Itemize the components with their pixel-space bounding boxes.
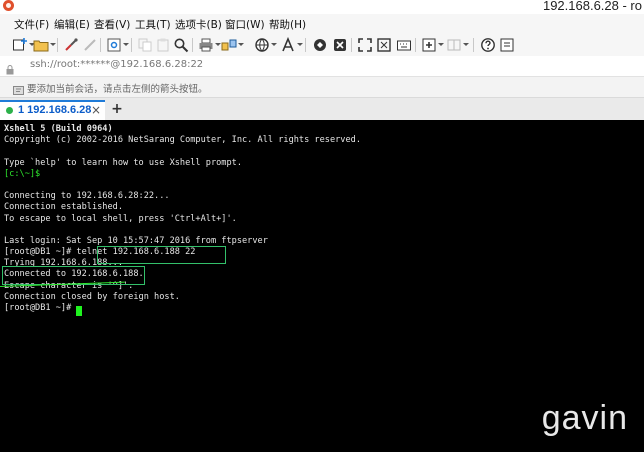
lock-screen-icon[interactable] <box>376 37 392 53</box>
terminal-line: Xshell 5 (Build 0964) <box>4 124 113 134</box>
terminal-line: Connection closed by foreign host. <box>4 291 180 302</box>
reconnect-icon[interactable] <box>63 37 79 53</box>
session-hint-bar: 要添加当前会话，请点击左侧的箭头按钮。 <box>0 77 644 98</box>
terminal-cursor <box>76 306 82 316</box>
terminal-line: Connecting to 192.168.6.28:22... <box>4 191 170 202</box>
hint-text: 要添加当前会话，请点击左侧的箭头按钮。 <box>27 84 208 95</box>
menu-window[interactable]: 窗口(W) <box>225 17 265 32</box>
tab-session[interactable]: 1 192.168.6.28 × <box>0 100 105 120</box>
local-prompt: [c:\~]$ <box>4 168 41 179</box>
address-bar: ssh://root:******@192.168.6.28:22 <box>0 56 644 77</box>
tab-label: 1 192.168.6.28 <box>18 104 92 116</box>
tab-close-button[interactable]: × <box>91 103 101 117</box>
fullscreen-icon[interactable] <box>357 37 373 53</box>
find-icon[interactable] <box>173 37 189 53</box>
help-icon[interactable] <box>480 37 496 53</box>
window-title: 192.168.6.28 - ro <box>542 0 642 13</box>
menu-tabs[interactable]: 选项卡(B) <box>175 17 222 32</box>
bookmark-icon[interactable] <box>13 81 24 95</box>
shell-prompt: [root@DB1 ~]# <box>4 303 77 313</box>
terminal-pane[interactable]: Xshell 5 (Build 0964) Copyright (c) 2002… <box>0 120 644 452</box>
watermark-text: gavin <box>541 399 628 437</box>
new-session-icon[interactable] <box>12 37 28 53</box>
menu-help[interactable]: 帮助(H) <box>269 17 306 32</box>
print-icon[interactable] <box>198 37 214 53</box>
menu-edit[interactable]: 编辑(E) <box>54 17 90 32</box>
copy-icon[interactable] <box>137 37 153 53</box>
add-tab-icon[interactable] <box>421 37 437 53</box>
properties-icon[interactable] <box>106 37 122 53</box>
menu-tools[interactable]: 工具(T) <box>135 17 171 32</box>
annotation-box-command <box>97 246 226 264</box>
font-icon[interactable] <box>280 37 296 53</box>
disconnect-icon[interactable] <box>82 37 98 53</box>
toolbar <box>0 34 644 57</box>
menu-bar: 文件(F) 编辑(E) 查看(V) 工具(T) 选项卡(B) 窗口(W) 帮助(… <box>0 14 644 34</box>
options-icon[interactable] <box>499 37 515 53</box>
address-input[interactable]: ssh://root:******@192.168.6.28:22 <box>30 59 203 70</box>
title-bar: 192.168.6.28 - ro <box>0 0 644 14</box>
lock-icon <box>6 60 14 75</box>
paste-icon[interactable] <box>155 37 171 53</box>
keyboard-icon[interactable] <box>396 37 412 53</box>
menu-file[interactable]: 文件(F) <box>14 17 49 32</box>
open-folder-icon[interactable] <box>33 37 49 53</box>
new-tab-button[interactable]: + <box>108 100 126 118</box>
terminal-line: To escape to local shell, press 'Ctrl+Al… <box>4 213 237 224</box>
tab-bar: 1 192.168.6.28 × + <box>0 98 644 120</box>
terminal-line: Connection established. <box>4 202 123 213</box>
script-icon[interactable] <box>312 37 328 53</box>
connected-status-icon <box>6 107 13 114</box>
menu-view[interactable]: 查看(V) <box>94 17 130 32</box>
terminal-line: Copyright (c) 2002-2016 NetSarang Comput… <box>4 135 361 146</box>
layout-icon[interactable] <box>446 37 462 53</box>
terminal-output: Xshell 5 (Build 0964) Copyright (c) 2002… <box>4 124 361 314</box>
xftp-icon[interactable] <box>332 37 348 53</box>
app-logo-icon[interactable] <box>3 0 14 11</box>
transfer-icon[interactable] <box>221 37 237 53</box>
globe-icon[interactable] <box>254 37 270 53</box>
terminal-line: Type `help' to learn how to use Xshell p… <box>4 157 242 168</box>
